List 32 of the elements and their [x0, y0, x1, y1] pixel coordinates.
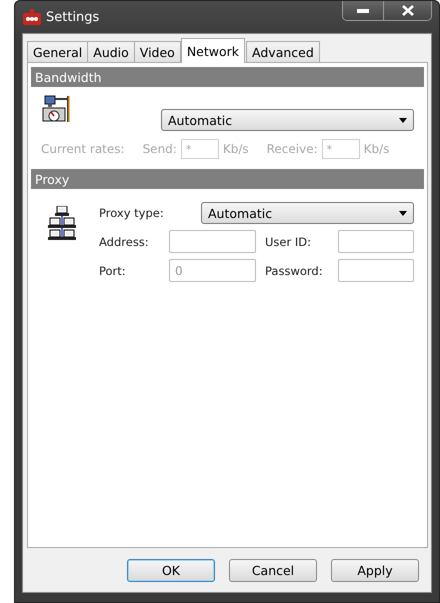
dialog-button[interactable]: Apply	[331, 559, 419, 582]
window-title: Settings	[46, 10, 100, 24]
address-field[interactable]	[169, 230, 256, 253]
password-label: Password:	[265, 264, 324, 278]
dialog-button[interactable]: Cancel	[229, 559, 317, 582]
app-icon	[23, 9, 41, 25]
user-id-field[interactable]	[338, 230, 414, 253]
minimize-button[interactable]	[343, 1, 383, 20]
address-label: Address:	[99, 234, 150, 248]
section-header: Bandwidth	[31, 67, 424, 87]
tab[interactable]: Audio	[87, 41, 135, 63]
port-label: Port:	[99, 264, 127, 278]
proxy-type-dropdown[interactable]: Automatic	[201, 202, 414, 224]
section-header: Proxy	[31, 169, 424, 189]
close-icon	[402, 5, 414, 16]
tab[interactable]: Advanced	[246, 41, 320, 63]
tab[interactable]: Video	[134, 41, 181, 63]
receive-label: Receive:	[266, 142, 318, 156]
tab[interactable]: Network	[180, 38, 246, 63]
minimize-icon	[357, 8, 369, 12]
unit-label: Kb/s	[222, 142, 249, 156]
unit-label: Kb/s	[364, 142, 390, 156]
user-id-label: User ID:	[265, 234, 312, 248]
network-tree-icon	[45, 206, 79, 242]
tab[interactable]: General	[27, 41, 88, 63]
rates-label: Current rates:	[41, 142, 125, 156]
close-button[interactable]	[383, 1, 431, 20]
password-field[interactable]	[338, 259, 414, 282]
network-meter-icon	[42, 95, 72, 123]
proxy-type-label: Proxy type:	[99, 206, 160, 220]
dialog-button[interactable]: OK	[127, 559, 215, 582]
send-label: Send:	[142, 142, 177, 156]
